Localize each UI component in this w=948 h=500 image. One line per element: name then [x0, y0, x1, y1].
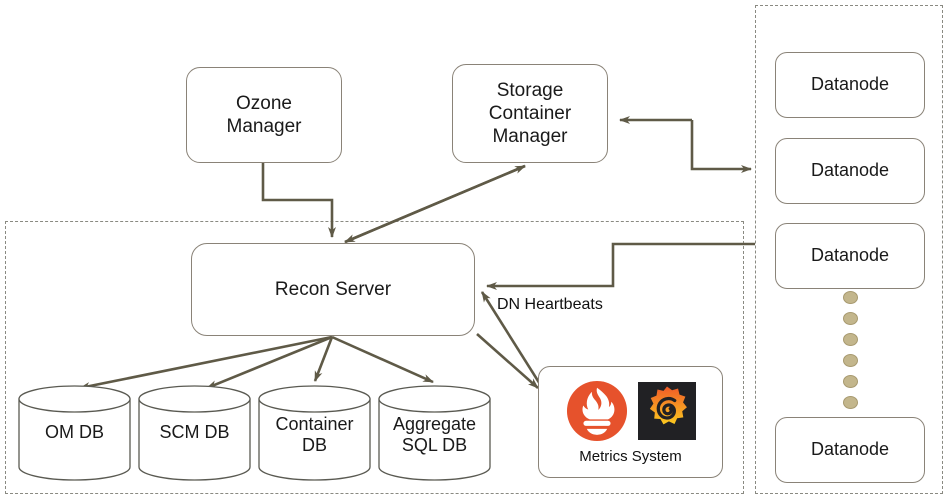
edge-label-dn-heartbeats: DN Heartbeats — [497, 296, 603, 313]
node-ozone-manager[interactable]: Ozone Manager — [186, 67, 342, 163]
prometheus-logo-icon — [566, 380, 627, 442]
grafana-logo-icon — [637, 382, 696, 440]
ellipsis-dot — [842, 333, 858, 346]
node-recon-server[interactable]: Recon Server — [191, 243, 475, 336]
datanode-3-label: Datanode — [810, 245, 890, 266]
metrics-system-label: Metrics System — [579, 448, 682, 465]
recon-server-label: Recon Server — [274, 278, 392, 300]
database-cylinder-icon — [138, 385, 251, 481]
scm-label-line2: Container — [488, 102, 572, 124]
database-scm-db[interactable]: SCM DB — [137, 384, 252, 482]
database-container-db[interactable]: Container DB — [257, 384, 372, 482]
database-om-db[interactable]: OM DB — [17, 384, 132, 482]
metrics-logo-row — [566, 375, 696, 447]
ellipsis-dot — [842, 375, 858, 388]
datanode-ellipsis — [840, 291, 860, 409]
node-datanode-3[interactable]: Datanode — [775, 223, 925, 289]
ellipsis-dot — [842, 291, 858, 304]
node-datanode-2[interactable]: Datanode — [775, 138, 925, 204]
scm-label-line3: Manager — [492, 126, 568, 148]
datanode-last-label: Datanode — [810, 439, 890, 460]
edge-storage-container-manager-to-datanodes — [619, 116, 752, 173]
ellipsis-dot — [842, 312, 858, 325]
node-datanode-1[interactable]: Datanode — [775, 52, 925, 118]
database-aggregate-sql-db[interactable]: Aggregate SQL DB — [377, 384, 492, 482]
node-metrics-system[interactable]: Metrics System — [538, 366, 723, 478]
database-cylinder-icon — [18, 385, 131, 481]
node-datanode-last[interactable]: Datanode — [775, 417, 925, 483]
scm-label-line1: Storage — [496, 79, 564, 101]
diagram-canvas: Ozone Manager Storage Container Manager … — [0, 0, 948, 500]
ozone-manager-label-line2: Manager — [226, 116, 302, 137]
database-cylinder-icon — [378, 385, 491, 481]
datanode-1-label: Datanode — [810, 74, 890, 95]
ellipsis-dot — [842, 396, 858, 409]
ozone-manager-label-line1: Ozone — [236, 92, 292, 114]
datanode-2-label: Datanode — [810, 160, 890, 181]
ellipsis-dot — [842, 354, 858, 367]
node-storage-container-manager[interactable]: Storage Container Manager — [452, 64, 608, 163]
database-cylinder-icon — [258, 385, 371, 481]
